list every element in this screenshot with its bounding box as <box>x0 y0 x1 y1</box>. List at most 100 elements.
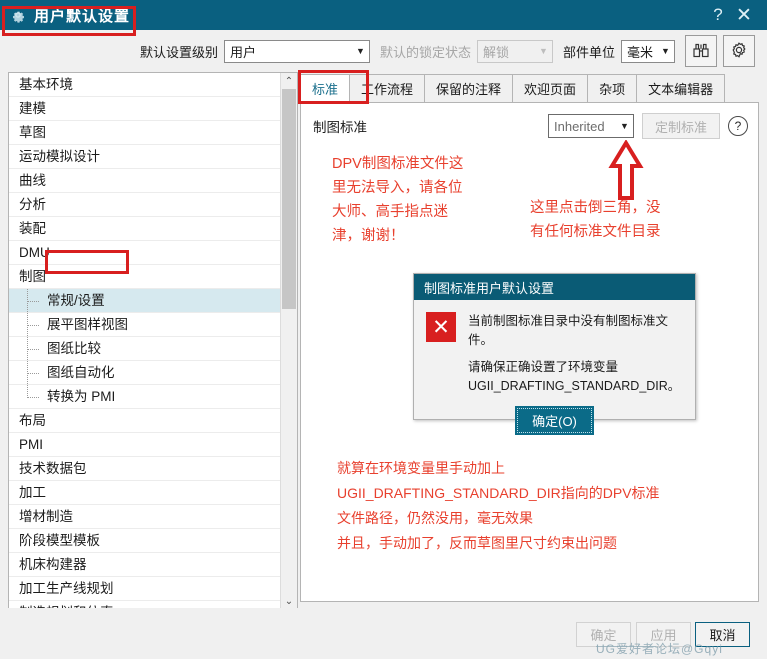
gear-icon <box>10 7 26 23</box>
tab-bar: 标准 工作流程 保留的注释 欢迎页面 杂项 文本编辑器 <box>300 72 726 104</box>
chevron-down-icon: ▼ <box>661 46 670 56</box>
sidebar-item-label: 加工生产线规划 <box>19 581 114 596</box>
sidebar-item-label: 机床构建器 <box>19 557 87 572</box>
sidebar-item-label: 阶段模型模板 <box>19 533 100 548</box>
sidebar-item[interactable]: 布局 <box>9 409 281 433</box>
watermark: UG爱好者论坛@Gqyi <box>596 642 723 656</box>
gear-icon <box>729 40 749 63</box>
sidebar-item-label: 运动模拟设计 <box>19 149 100 164</box>
find-button[interactable] <box>685 35 717 67</box>
error-dialog: 制图标准用户默认设置 ✕ 当前制图标准目录中没有制图标准文件。 请确保正确设置了… <box>413 273 696 435</box>
tab-item[interactable]: 保留的注释 <box>424 74 514 104</box>
window-title: 用户默认设置 <box>34 7 131 25</box>
sidebar-item[interactable]: 技术数据包 <box>9 457 281 481</box>
sidebar-item-label: 增材制造 <box>19 509 73 524</box>
scrollbar-thumb[interactable] <box>282 89 296 309</box>
sidebar-item-label: 草图 <box>19 125 46 140</box>
tab-item[interactable]: 标准 <box>300 74 351 104</box>
scroll-down-icon[interactable]: ⌄ <box>281 593 297 609</box>
chevron-down-icon: ▼ <box>356 46 365 56</box>
lock-state-value: 解锁 <box>482 44 509 60</box>
sidebar-item-label: 布局 <box>19 413 46 428</box>
lock-state-label: 默认的锁定状态 <box>379 44 471 60</box>
sidebar-item[interactable]: 分析 <box>9 193 281 217</box>
arrow-up-icon <box>608 139 644 205</box>
sidebar-item-label: PMI <box>19 437 44 452</box>
sidebar-item[interactable]: 运动模拟设计 <box>9 145 281 169</box>
sidebar-item[interactable]: 基本环境 <box>9 73 281 97</box>
sidebar-item[interactable]: 加工 <box>9 481 281 505</box>
sidebar-item[interactable]: 制图 <box>9 265 281 289</box>
sidebar-item-label: 建模 <box>19 101 46 116</box>
sidebar-item-label: 加工 <box>19 485 46 500</box>
sidebar-item[interactable]: PMI <box>9 433 281 457</box>
category-tree-body: 基本环境建模草图运动模拟设计 曲线分析装配 DMU 制图 常规/设置展平图样视图 图纸比较… <box>9 73 281 609</box>
error-dialog-message: 当前制图标准目录中没有制图标准文件。 请确保正确设置了环境变量 UGII_DRA… <box>468 312 683 396</box>
sidebar-item[interactable]: 展平图样视图 <box>9 313 281 337</box>
error-dialog-title: 制图标准用户默认设置 <box>414 274 695 300</box>
settings-button[interactable] <box>723 35 755 67</box>
close-icon[interactable]: ✕ <box>731 4 757 27</box>
lock-state-combo: 解锁 ▼ <box>476 39 553 63</box>
sidebar-item-label: 装配 <box>19 221 46 236</box>
part-units-label: 部件单位 <box>562 44 615 60</box>
tab-item[interactable]: 杂项 <box>587 74 638 104</box>
category-tree[interactable]: 基本环境建模草图运动模拟设计 曲线分析装配 DMU 制图 常规/设置展平图样视图 图纸比较… <box>8 72 298 610</box>
sidebar-item[interactable]: DMU <box>9 241 281 265</box>
scroll-up-icon[interactable]: ⌃ <box>281 73 297 89</box>
chevron-down-icon: ▼ <box>620 121 629 131</box>
title-bar: 用户默认设置 ? ✕ <box>0 0 767 30</box>
drafting-standard-combo[interactable]: Inherited ▼ <box>548 114 634 138</box>
tab-item[interactable]: 欢迎页面 <box>512 74 589 104</box>
sidebar-item[interactable]: 装配 <box>9 217 281 241</box>
sidebar-item-label: 制图 <box>19 269 46 284</box>
error-dialog-body: ✕ 当前制图标准目录中没有制图标准文件。 请确保正确设置了环境变量 UGII_D… <box>414 300 695 396</box>
customize-standard-button: 定制标准 <box>642 113 720 139</box>
sidebar-item-label: 基本环境 <box>19 77 73 92</box>
annotation-bottom: 就算在环境变量里手动加上 UGII_DRAFTING_STANDARD_DIR指… <box>337 460 660 551</box>
sidebar-item[interactable]: 图纸自动化 <box>9 361 281 385</box>
default-level-value: 用户 <box>229 44 256 60</box>
user-default-settings-window: 用户默认设置 ? ✕ 默认设置级别 用户 ▼ 默认的锁定状态 解锁 ▼ 部件单位… <box>0 0 767 659</box>
drafting-standard-label: 制图标准 <box>313 120 367 135</box>
sidebar-item[interactable]: 建模 <box>9 97 281 121</box>
sidebar-item[interactable]: 常规/设置 <box>9 289 281 313</box>
sidebar-item-label: DMU <box>19 245 50 260</box>
error-message-line-3: UGII_DRAFTING_STANDARD_DIR。 <box>468 379 681 393</box>
tree-scrollbar[interactable]: ⌃ ⌄ <box>280 73 297 609</box>
sidebar-item[interactable]: 图纸比较 <box>9 337 281 361</box>
sidebar-item-label: 展平图样视图 <box>47 317 128 332</box>
part-units-value: 毫米 <box>627 44 654 60</box>
tab-item[interactable]: 工作流程 <box>349 74 426 104</box>
help-icon[interactable]: ? <box>705 5 731 25</box>
chevron-down-icon: ▼ <box>539 46 548 56</box>
sidebar-item[interactable]: 草图 <box>9 121 281 145</box>
help-icon[interactable]: ? <box>728 116 748 136</box>
sidebar-item-label: 常规/设置 <box>47 293 105 308</box>
tab-item[interactable]: 文本编辑器 <box>636 74 726 104</box>
sidebar-item[interactable]: 加工生产线规划 <box>9 577 281 601</box>
sidebar-item[interactable]: 转换为 PMI <box>9 385 281 409</box>
error-dialog-footer: 确定(O) <box>414 406 695 435</box>
default-level-label: 默认设置级别 <box>139 44 218 60</box>
sidebar-item[interactable]: 曲线 <box>9 169 281 193</box>
sidebar-item[interactable]: 增材制造 <box>9 505 281 529</box>
sidebar-item[interactable]: 阶段模型模板 <box>9 529 281 553</box>
sidebar-item-label: 转换为 PMI <box>47 389 116 404</box>
default-level-combo[interactable]: 用户 ▼ <box>223 39 370 63</box>
dialog-ok-button[interactable]: 确定(O) <box>515 406 594 435</box>
drafting-standard-value: Inherited <box>554 118 605 134</box>
sidebar-item[interactable]: 机床构建器 <box>9 553 281 577</box>
error-icon: ✕ <box>426 312 456 342</box>
sidebar-item-label: 图纸自动化 <box>47 365 115 380</box>
sidebar-item-label: 曲线 <box>19 173 46 188</box>
annotation-left: DPV制图标准文件这 里无法导入，请各位 大师、高手指点迷 津，谢谢！ <box>332 156 464 244</box>
error-message-line-1: 当前制图标准目录中没有制图标准文件。 <box>468 314 669 347</box>
message-gap <box>468 350 683 358</box>
drafting-standard-row: 制图标准 Inherited ▼ 定制标准 ? <box>313 113 748 139</box>
sidebar-item-label: 分析 <box>19 197 46 212</box>
error-message-line-2: 请确保正确设置了环境变量 <box>468 360 619 374</box>
sidebar-item-label: 图纸比较 <box>47 341 101 356</box>
part-units-combo[interactable]: 毫米 ▼ <box>621 39 675 63</box>
settings-toolbar: 默认设置级别 用户 ▼ 默认的锁定状态 解锁 ▼ 部件单位 毫米 ▼ <box>0 30 767 72</box>
